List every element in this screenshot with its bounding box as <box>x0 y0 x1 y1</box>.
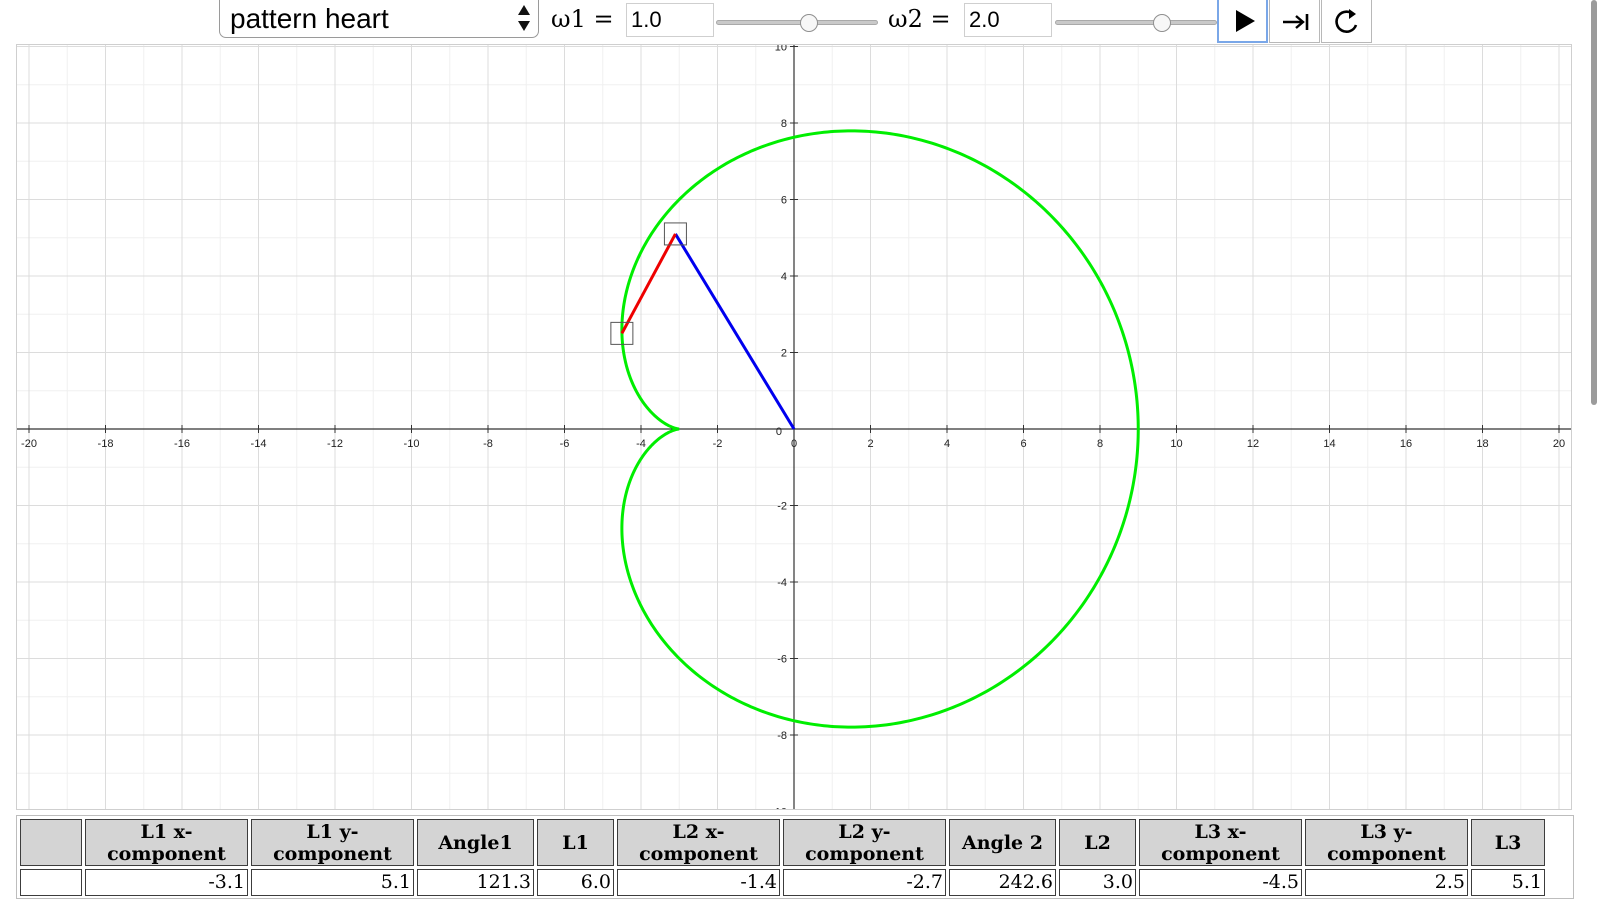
table-header-cell: L3 y- component <box>1305 819 1468 866</box>
y-tick-label: 2 <box>781 348 787 360</box>
omega1-slider-thumb[interactable] <box>799 14 818 32</box>
x-tick-label: 2 <box>867 438 873 450</box>
reset-icon <box>1335 9 1358 33</box>
table-header-cell: L1 x- component <box>85 819 248 866</box>
omega2-input[interactable]: 2.0 <box>964 3 1052 37</box>
x-tick-label: -2 <box>713 438 723 450</box>
graph-canvas[interactable]: -20 -18 -16 -14 -12 -10 -8 -6 -4 -2 2 4 6 8 10 12 14 16 18… <box>17 45 1572 810</box>
omega2-slider[interactable] <box>1055 14 1217 32</box>
table-header-cell: L2 x- component <box>617 819 780 866</box>
table-header-cell: L3 <box>1471 819 1545 866</box>
table-value-cell: -2.7 <box>783 869 946 896</box>
table-header-cell: L1 <box>537 819 614 866</box>
table-header-cell <box>20 819 82 866</box>
select-arrows-icon <box>518 5 530 31</box>
y-tick-label: 4 <box>781 271 787 283</box>
data-table: L1 x- component -3.1 L1 y- component 5.1 Ang… <box>16 815 1574 899</box>
origin-x-label: 0 <box>791 438 797 450</box>
x-tick-label: 4 <box>944 438 950 450</box>
pattern-select-value: pattern heart <box>230 3 389 34</box>
y-tick-label: -10 <box>771 807 787 811</box>
x-tick-label: 14 <box>1323 438 1335 450</box>
x-tick-label: -10 <box>404 438 420 450</box>
omega1-slider[interactable] <box>716 14 878 32</box>
omega1-label: ω1 = <box>551 5 614 33</box>
omega1-slider-track <box>716 20 878 25</box>
origin-label: 0 <box>776 426 782 438</box>
table-header-cell: L1 y- component <box>251 819 414 866</box>
y-tick-label: 6 <box>781 195 787 207</box>
x-tick-label: 16 <box>1400 438 1412 450</box>
table-value-cell <box>20 869 82 896</box>
table-value-cell: 2.5 <box>1305 869 1468 896</box>
y-tick-label: -2 <box>777 501 787 513</box>
step-button[interactable] <box>1269 0 1320 43</box>
x-tick-label: 20 <box>1553 438 1565 450</box>
table-value-cell: -1.4 <box>617 869 780 896</box>
arm1-vector <box>674 233 796 430</box>
x-tick-label: -14 <box>251 438 267 450</box>
x-tick-label: 12 <box>1247 438 1259 450</box>
y-tick-label: -8 <box>777 730 787 742</box>
graph-view[interactable]: -20 -18 -16 -14 -12 -10 -8 -6 -4 -2 2 4 6 8 10 12 14 16 18… <box>16 44 1572 810</box>
table-value-cell: 5.1 <box>251 869 414 896</box>
table-value-cell: 6.0 <box>537 869 614 896</box>
table-value-cell: -4.5 <box>1139 869 1302 896</box>
step-forward-icon <box>1283 14 1309 30</box>
x-tick-label: 10 <box>1170 438 1182 450</box>
table-header-cell: L2 y- component <box>783 819 946 866</box>
omega2-label: ω2 = <box>888 5 951 33</box>
x-tick-label: -18 <box>98 438 114 450</box>
x-tick-label: -6 <box>560 438 570 450</box>
omega2-slider-track <box>1055 20 1217 25</box>
table-value-cell: 3.0 <box>1059 869 1136 896</box>
play-icon <box>1236 10 1255 32</box>
reset-button[interactable] <box>1321 0 1372 43</box>
table-header-cell: Angle 2 <box>949 819 1056 866</box>
x-tick-label: -4 <box>636 438 646 450</box>
y-tick-label: -4 <box>777 577 787 589</box>
table-value-cell: 5.1 <box>1471 869 1545 896</box>
table-value-cell: 242.6 <box>949 869 1056 896</box>
x-tick-label: 8 <box>1097 438 1103 450</box>
x-tick-label: 6 <box>1020 438 1026 450</box>
play-button[interactable] <box>1217 0 1268 43</box>
table-value-cell: 121.3 <box>417 869 534 896</box>
x-tick-label: -8 <box>483 438 493 450</box>
omega1-input[interactable]: 1.0 <box>626 3 714 37</box>
x-tick-label: -20 <box>21 438 37 450</box>
x-tick-label: -16 <box>174 438 190 450</box>
table-value-cell: -3.1 <box>85 869 248 896</box>
x-tick-label: -12 <box>327 438 343 450</box>
y-tick-label: 8 <box>781 118 787 130</box>
table-header-cell: Angle1 <box>417 819 534 866</box>
omega2-slider-thumb[interactable] <box>1152 14 1171 32</box>
table-header-cell: L2 <box>1059 819 1136 866</box>
y-tick-label: 10 <box>775 45 787 54</box>
y-tick-label: -6 <box>777 654 787 666</box>
pattern-select[interactable]: pattern heart <box>219 0 539 38</box>
x-tick-label: 18 <box>1476 438 1488 450</box>
scrollbar[interactable] <box>1591 0 1597 405</box>
table-header-cell: L3 x- component <box>1139 819 1302 866</box>
